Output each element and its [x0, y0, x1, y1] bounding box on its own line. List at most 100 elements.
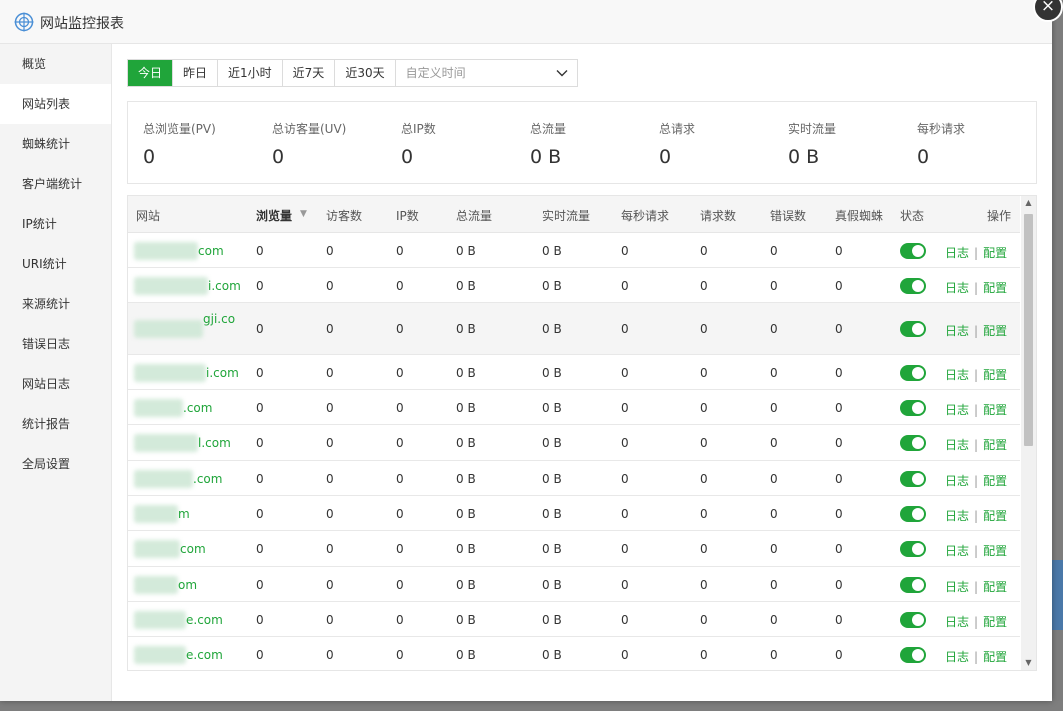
action-separator: |: [974, 438, 979, 452]
site-name[interactable]: gji.co: [203, 312, 235, 326]
row-actions: 日志 | 配置: [945, 613, 1007, 630]
cell-requests: 0: [700, 401, 708, 415]
log-link[interactable]: 日志: [945, 474, 969, 488]
status-toggle[interactable]: [900, 612, 926, 628]
site-name[interactable]: i.com: [206, 366, 239, 380]
time-tab[interactable]: 近1小时: [218, 60, 283, 86]
scroll-up-arrow-icon[interactable]: ▲: [1021, 196, 1036, 210]
sidebar-item[interactable]: 客户端统计: [0, 164, 111, 204]
sidebar-item[interactable]: 来源统计: [0, 284, 111, 324]
backdrop-bottom: [0, 701, 1063, 711]
config-link[interactable]: 配置: [983, 615, 1007, 629]
site-name[interactable]: e.com: [186, 613, 223, 627]
cell-uv: 0: [326, 244, 334, 258]
status-toggle[interactable]: [900, 577, 926, 593]
log-link[interactable]: 日志: [945, 580, 969, 594]
cell-qps: 0: [621, 244, 629, 258]
sidebar-item[interactable]: 网站日志: [0, 364, 111, 404]
scroll-down-arrow-icon[interactable]: ▼: [1021, 656, 1036, 670]
site-name[interactable]: m: [178, 507, 190, 521]
config-link[interactable]: 配置: [983, 509, 1007, 523]
sidebar-item[interactable]: 网站列表: [0, 84, 111, 124]
log-link[interactable]: 日志: [945, 438, 969, 452]
table-body: com 0 0 0 0 B 0 B 0 0 0 0 日志 | 配置 i.com 0 0 0 0 B 0 B 0 0 0 0 日…: [128, 233, 1020, 670]
time-tab[interactable]: 今日: [128, 60, 174, 86]
config-link[interactable]: 配置: [983, 403, 1007, 417]
status-toggle[interactable]: [900, 541, 926, 557]
column-header[interactable]: 浏览量: [256, 207, 292, 224]
cell-ip: 0: [396, 366, 404, 380]
config-link[interactable]: 配置: [983, 580, 1007, 594]
log-link[interactable]: 日志: [945, 403, 969, 417]
cell-requests: 0: [700, 472, 708, 486]
config-link[interactable]: 配置: [983, 474, 1007, 488]
site-name[interactable]: i.com: [208, 279, 241, 293]
toggle-knob: [912, 543, 924, 555]
log-link[interactable]: 日志: [945, 544, 969, 558]
cell-requests: 0: [700, 322, 708, 336]
site-name[interactable]: .com: [183, 401, 212, 415]
log-link[interactable]: 日志: [945, 246, 969, 260]
time-tab[interactable]: 近7天: [282, 60, 336, 86]
redacted-site-name: [134, 434, 198, 452]
column-header: 错误数: [770, 209, 807, 223]
site-name[interactable]: l.com: [198, 436, 231, 450]
sidebar-item[interactable]: 蜘蛛统计: [0, 124, 111, 164]
action-separator: |: [974, 246, 979, 260]
cell-ip: 0: [396, 322, 404, 336]
sidebar-item[interactable]: 概览: [0, 44, 111, 84]
status-toggle[interactable]: [900, 243, 926, 259]
cell-ip: 0: [396, 542, 404, 556]
site-name[interactable]: om: [178, 578, 197, 592]
time-tab[interactable]: 近30天: [335, 60, 396, 86]
site-name[interactable]: .com: [193, 472, 222, 486]
sort-desc-icon[interactable]: ▼: [300, 209, 307, 219]
site-name[interactable]: com: [180, 542, 206, 556]
cell-errors: 0: [770, 366, 778, 380]
custom-time-select[interactable]: 自定义时间: [396, 60, 577, 86]
config-link[interactable]: 配置: [983, 281, 1007, 295]
config-link[interactable]: 配置: [983, 246, 1007, 260]
sidebar-item[interactable]: 统计报告: [0, 404, 111, 444]
cell-realtime: 0 B: [542, 542, 562, 556]
cell-errors: 0: [770, 613, 778, 627]
sidebar-item[interactable]: URI统计: [0, 244, 111, 284]
cell-qps: 0: [621, 436, 629, 450]
status-toggle[interactable]: [900, 400, 926, 416]
toggle-knob: [912, 437, 924, 449]
status-toggle[interactable]: [900, 506, 926, 522]
cell-qps: 0: [621, 542, 629, 556]
scroll-thumb[interactable]: [1024, 214, 1033, 446]
config-link[interactable]: 配置: [983, 544, 1007, 558]
config-link[interactable]: 配置: [983, 324, 1007, 338]
sidebar-item[interactable]: IP统计: [0, 204, 111, 244]
config-link[interactable]: 配置: [983, 650, 1007, 664]
cell-spiders: 0: [835, 401, 843, 415]
status-toggle[interactable]: [900, 365, 926, 381]
status-toggle[interactable]: [900, 471, 926, 487]
table-row: m 0 0 0 0 B 0 B 0 0 0 0 日志 | 配置: [128, 496, 1020, 531]
sidebar-item[interactable]: 全局设置: [0, 444, 111, 484]
log-link[interactable]: 日志: [945, 509, 969, 523]
cell-spiders: 0: [835, 279, 843, 293]
log-link[interactable]: 日志: [945, 615, 969, 629]
site-name[interactable]: e.com: [186, 648, 223, 662]
vertical-scrollbar[interactable]: ▲ ▼: [1021, 196, 1036, 670]
log-link[interactable]: 日志: [945, 650, 969, 664]
cell-ip: 0: [396, 507, 404, 521]
status-toggle[interactable]: [900, 647, 926, 663]
config-link[interactable]: 配置: [983, 438, 1007, 452]
row-actions: 日志 | 配置: [945, 366, 1007, 383]
sidebar-item[interactable]: 错误日志: [0, 324, 111, 364]
status-toggle[interactable]: [900, 435, 926, 451]
log-link[interactable]: 日志: [945, 368, 969, 382]
cell-ip: 0: [396, 436, 404, 450]
status-toggle[interactable]: [900, 321, 926, 337]
log-link[interactable]: 日志: [945, 281, 969, 295]
log-link[interactable]: 日志: [945, 324, 969, 338]
cell-ip: 0: [396, 401, 404, 415]
site-name[interactable]: com: [198, 244, 224, 258]
config-link[interactable]: 配置: [983, 368, 1007, 382]
status-toggle[interactable]: [900, 278, 926, 294]
time-tab[interactable]: 昨日: [173, 60, 219, 86]
